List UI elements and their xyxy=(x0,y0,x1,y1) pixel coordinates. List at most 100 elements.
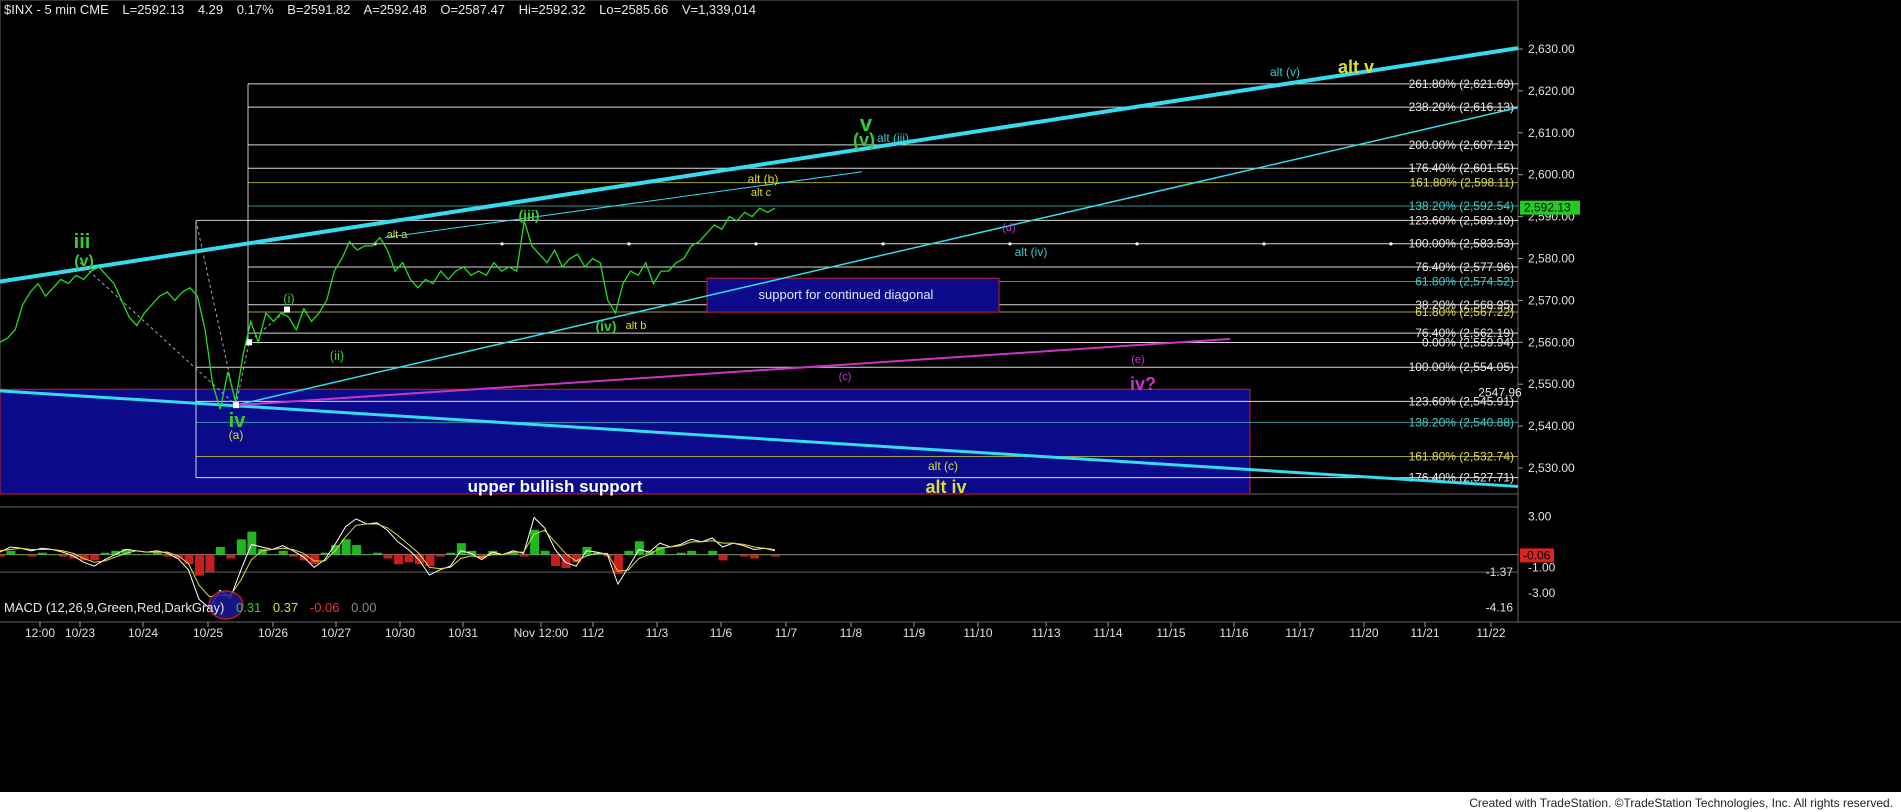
macd-hist-bar xyxy=(257,548,267,555)
macd-hist-bar xyxy=(90,554,100,561)
macd-signal-line xyxy=(0,523,776,598)
macd-hist-bar xyxy=(352,545,362,555)
wave-label-alt-b: alt b xyxy=(626,320,647,332)
macd-hist-bar xyxy=(0,554,5,557)
footer-credit: Created with TradeStation. ©TradeStation… xyxy=(1469,796,1893,810)
wave-label-i: (i) xyxy=(283,291,295,306)
wave-label-alt-a: alt a xyxy=(387,229,409,241)
fib-label: 200.00% (2,607.12) xyxy=(1409,138,1514,152)
fib-label: 76.40% (2,577.96) xyxy=(1415,260,1514,274)
macd-hist-bar xyxy=(58,554,68,557)
x-tick-label: 12:00 xyxy=(25,626,55,640)
wave-label-iii-paren: (iii) xyxy=(519,207,540,223)
dotted-marker xyxy=(1389,242,1393,246)
macd-hist-bar xyxy=(687,550,697,555)
dotted-marker xyxy=(1135,242,1139,246)
x-tick-label: 11/21 xyxy=(1410,626,1439,640)
x-tick-label: 11/16 xyxy=(1219,626,1248,640)
x-tick-label: 10/27 xyxy=(321,626,351,640)
macd-hist-bar xyxy=(278,550,288,555)
macd-hist-bar xyxy=(341,539,351,555)
macd-hist-bar xyxy=(729,554,739,556)
dotted-marker xyxy=(1262,242,1266,246)
macd-hist-bar xyxy=(132,554,142,556)
macd-hist-bar xyxy=(226,554,236,559)
wave-label-ii: (ii) xyxy=(330,348,344,363)
macd-hist-bar xyxy=(540,550,550,555)
macd-hist-bar xyxy=(404,554,414,563)
x-tick-label: 11/2 xyxy=(582,626,605,640)
macd-value-label: -4.16 xyxy=(1486,601,1514,615)
fib-label: 138.20% (2,540.88) xyxy=(1409,415,1514,429)
macd-hist-bar xyxy=(718,554,728,561)
macd-hist-bar xyxy=(666,554,676,556)
y-tick-label: 2,570.00 xyxy=(1528,293,1575,307)
macd-hist-bar xyxy=(760,554,770,556)
macd-y-tick-label: -3.00 xyxy=(1528,586,1556,600)
wave-label-e: (e) xyxy=(1131,354,1144,366)
fib-label: 161.80% (2,598.11) xyxy=(1409,176,1514,190)
macd-value-3: -0.06 xyxy=(309,600,340,615)
wave-label-iv-paren: (iv) xyxy=(596,318,617,334)
macd-hist-bar xyxy=(153,552,163,555)
macd-hist-bar xyxy=(676,552,686,555)
fib-label: 61.80% (2,574.52) xyxy=(1415,274,1514,288)
x-tick-label: 11/13 xyxy=(1031,626,1060,640)
macd-value-2: 0.37 xyxy=(272,600,299,615)
macd-hist-bar xyxy=(142,554,152,556)
pivot-marker xyxy=(233,402,239,409)
macd-hist-bar xyxy=(435,554,445,557)
x-tick-label: 11/9 xyxy=(903,626,926,640)
wave-label-alt-iii: alt (iii) xyxy=(877,131,909,145)
last-price-label: 2,592.13 xyxy=(1524,201,1571,215)
x-tick-label: 11/17 xyxy=(1285,626,1314,640)
diagonal-support-label: support for continued diagonal xyxy=(759,287,934,302)
wave-label-c: (c) xyxy=(839,371,852,383)
x-tick-label: 11/22 xyxy=(1476,626,1505,640)
macd-hist-bar xyxy=(634,541,644,555)
macd-hist-bar xyxy=(750,554,760,559)
wave-label-d: (d) xyxy=(1002,222,1015,234)
macd-hist-bar xyxy=(446,552,456,555)
macd-y-tick-label: -1.00 xyxy=(1528,560,1556,574)
dotted-marker xyxy=(881,242,885,246)
y-tick-label: 2,560.00 xyxy=(1528,335,1575,349)
wave-label-alt-c: alt c xyxy=(751,187,772,199)
macd-hist-bar xyxy=(519,554,529,557)
y-tick-label: 2,580.00 xyxy=(1528,252,1575,266)
y-tick-label: 2,540.00 xyxy=(1528,419,1575,433)
macd-hist-bar xyxy=(373,552,383,555)
macd-line xyxy=(0,516,776,609)
x-tick-label: 11/6 xyxy=(710,626,733,640)
dotted-marker xyxy=(500,242,504,246)
macd-hist-bar xyxy=(205,554,215,572)
price-chart[interactable]: 2,530.00 2,540.00 2,550.00 2,560.00 2,570.00… xyxy=(0,0,1901,792)
y-tick-label: 2,530.00 xyxy=(1528,461,1575,475)
x-tick-label: 11/8 xyxy=(840,626,863,640)
macd-hist-bar xyxy=(393,554,403,565)
dotted-marker xyxy=(627,242,631,246)
wave-label-v-left: (v) xyxy=(74,253,94,270)
dotted-marker xyxy=(754,242,758,246)
upper-channel-line xyxy=(0,46,1519,284)
macd-hist-bar xyxy=(27,554,37,557)
macd-hist-bar xyxy=(100,552,110,555)
x-tick-label: 10/23 xyxy=(65,626,95,640)
macd-hist-bar xyxy=(37,552,47,555)
macd-hist-bar xyxy=(771,554,780,557)
macd-hist-bar xyxy=(236,539,246,555)
macd-hist-bar xyxy=(16,554,26,556)
x-tick-label: Nov 12:00 xyxy=(514,626,569,640)
x-tick-label: 11/14 xyxy=(1093,626,1122,640)
macd-hist-bar xyxy=(184,554,194,565)
macd-hist-bar xyxy=(194,554,204,576)
x-tick-label: 11/15 xyxy=(1156,626,1185,640)
y-tick-label: 2,610.00 xyxy=(1528,126,1575,140)
fib-label: 161.80% (2,532.74) xyxy=(1409,450,1514,464)
macd-hist-bar xyxy=(48,554,58,556)
upper-support-label: upper bullish support xyxy=(468,477,643,496)
x-tick-label: 10/25 xyxy=(193,626,223,640)
x-tick-label: 10/30 xyxy=(385,626,415,640)
macd-hist-bar xyxy=(268,554,278,556)
macd-value-label: -0.06 xyxy=(1523,548,1551,562)
